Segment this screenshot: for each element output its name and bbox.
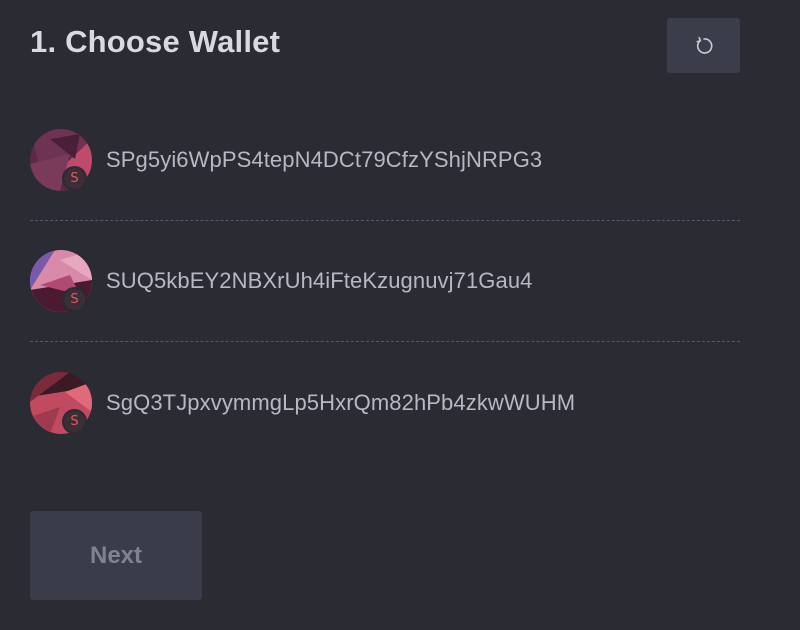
chain-badge: S (62, 408, 87, 434)
wallet-item[interactable]: S SgQ3TJpxvymmgLp5HxrQm82hPb4zkwWUHM (30, 342, 740, 463)
wallet-avatar-container: S (30, 250, 92, 312)
wallet-address: SUQ5kbEY2NBXrUh4iFteKzugnuvj71Gau4 (106, 268, 533, 293)
wallet-item[interactable]: S SPg5yi6WpPS4tepN4DCt79CfzYShjNRPG3 (30, 100, 740, 221)
chain-badge: S (62, 287, 87, 312)
chain-badge: S (62, 166, 87, 191)
next-button[interactable]: Next (30, 511, 202, 600)
page-title: 1. Choose Wallet (30, 24, 281, 59)
wallet-avatar-container: S (30, 371, 92, 434)
wallet-list: S SPg5yi6WpPS4tepN4DCt79CfzYShjNRPG3 S S… (30, 100, 740, 463)
choose-wallet-panel: 1. Choose Wallet S SPg5yi6WpPS4tepN4DCt7… (0, 0, 800, 630)
wallet-avatar-container: S (30, 129, 92, 191)
wallet-address: SgQ3TJpxvymmgLp5HxrQm82hPb4zkwWUHM (106, 389, 576, 415)
wallet-item[interactable]: S SUQ5kbEY2NBXrUh4iFteKzugnuvj71Gau4 (30, 221, 740, 342)
wallet-address: SPg5yi6WpPS4tepN4DCt79CfzYShjNRPG3 (106, 147, 543, 172)
refresh-button[interactable] (667, 18, 740, 73)
refresh-icon (696, 36, 712, 54)
